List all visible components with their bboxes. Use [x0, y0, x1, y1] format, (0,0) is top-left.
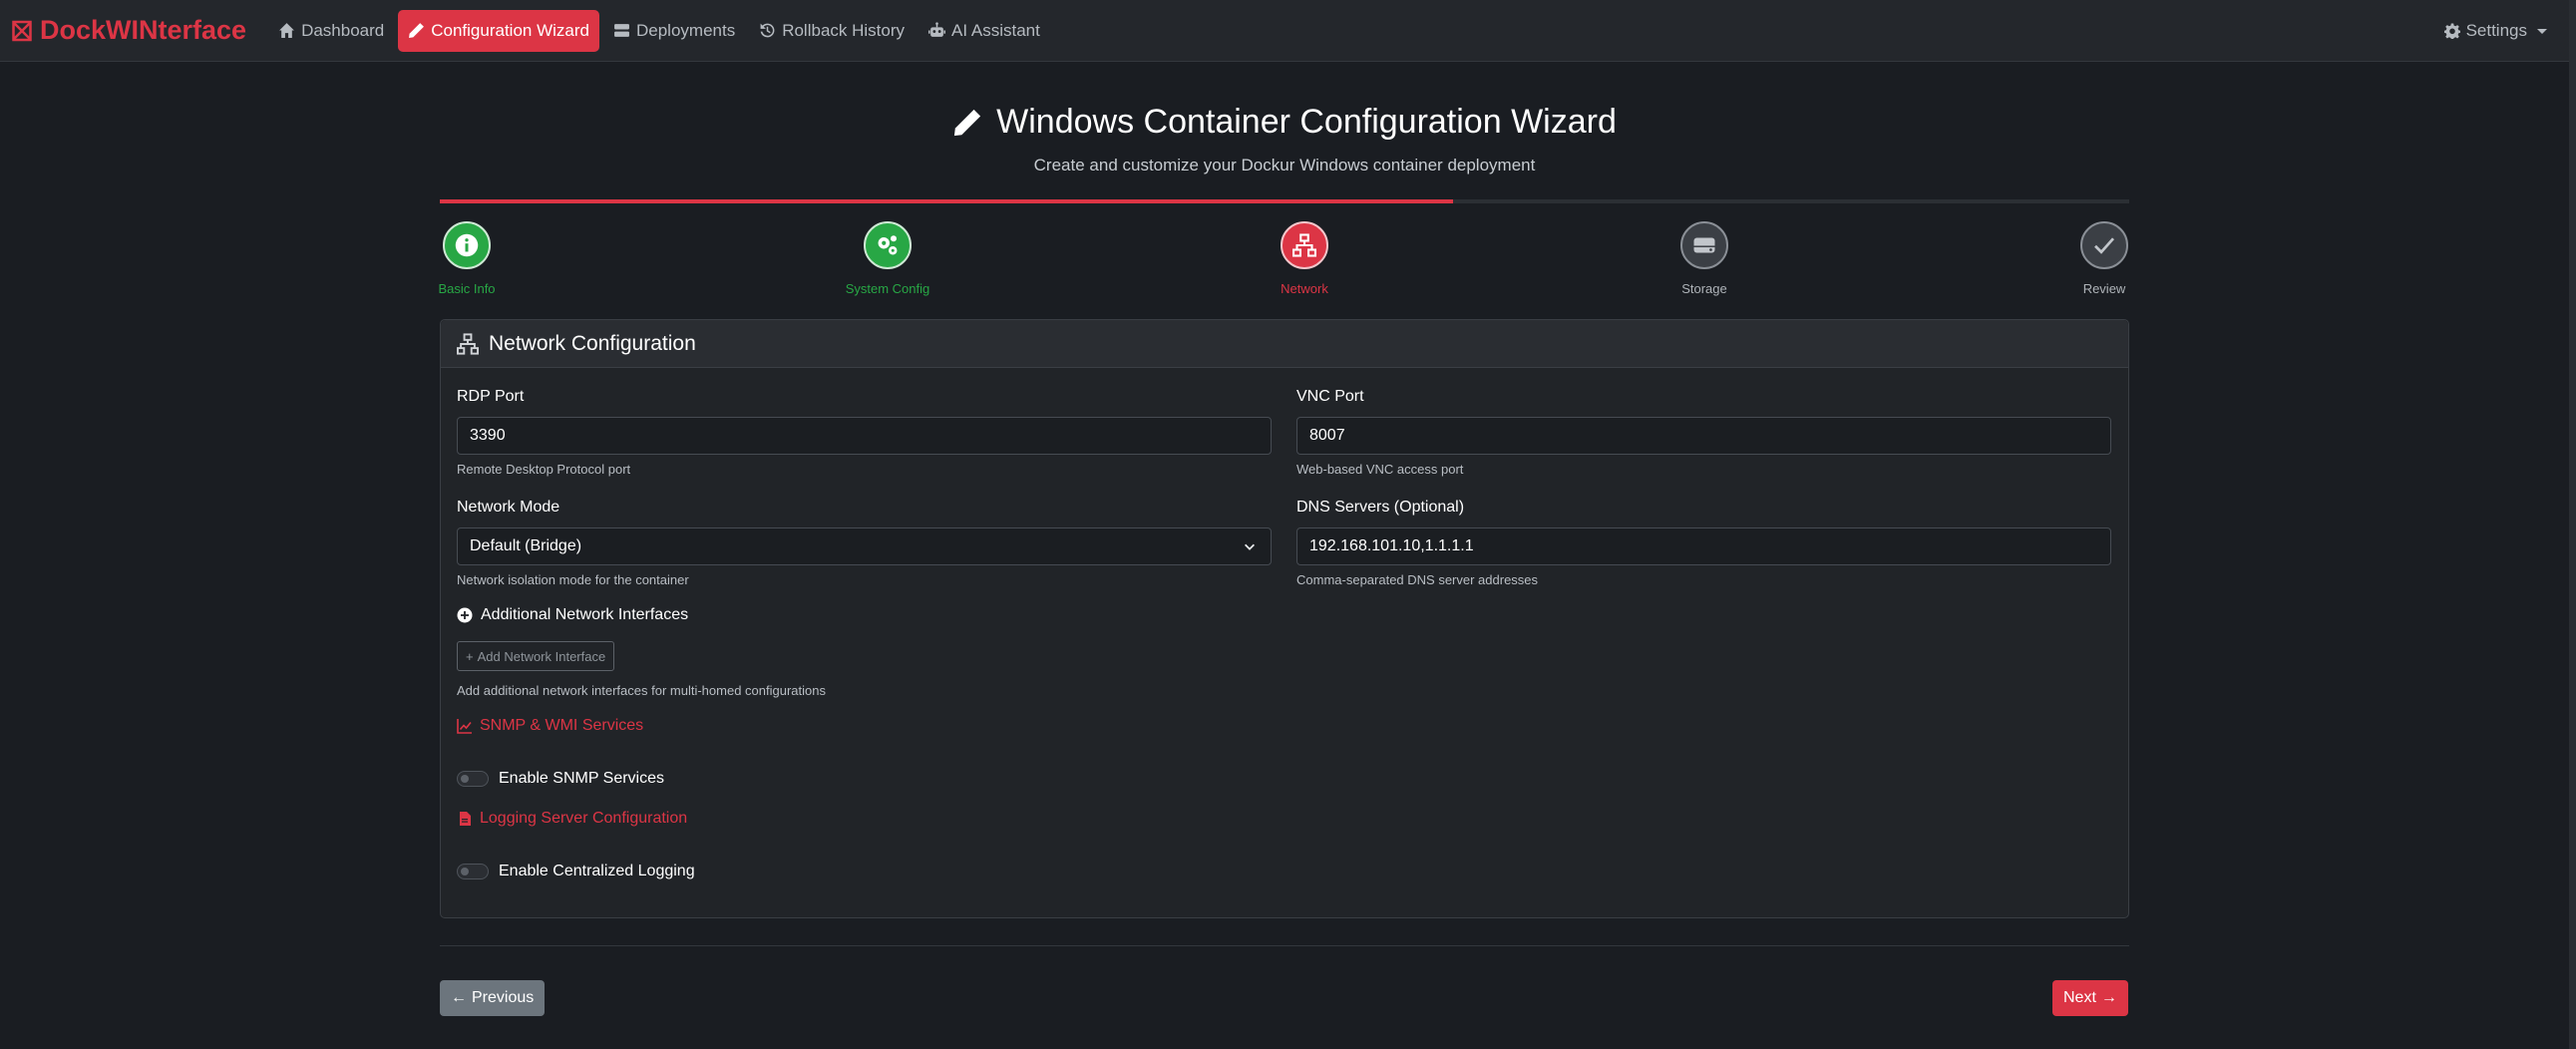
network-mode-help: Network isolation mode for the container [457, 572, 689, 587]
step-label: Network [1281, 281, 1328, 296]
page-title: Windows Container Configuration Wizard [0, 103, 2569, 142]
rdp-port-label: RDP Port [457, 388, 525, 405]
rdp-port-help: Remote Desktop Protocol port [457, 462, 631, 477]
settings-label: Settings [2465, 21, 2527, 40]
wizard-progress-bar [440, 199, 2129, 203]
previous-label: Previous [472, 989, 535, 1006]
additional-interfaces-label: Additional Network Interfaces [481, 606, 689, 623]
vnc-port-label: VNC Port [1296, 388, 1364, 405]
scrollbar[interactable] [2569, 0, 2576, 1049]
step-circle [864, 221, 912, 269]
additional-interfaces-title: Additional Network Interfaces [457, 606, 688, 624]
nav-dashboard-label: Dashboard [301, 20, 385, 40]
card-title: Network Configuration [489, 331, 696, 355]
step-circle [443, 221, 491, 269]
network-mode-label: Network Mode [457, 499, 560, 516]
dns-servers-label: DNS Servers (Optional) [1296, 499, 1465, 516]
additional-interfaces-help: Add additional network interfaces for mu… [457, 683, 826, 698]
step-circle [2080, 221, 2128, 269]
step-circle [1680, 221, 1728, 269]
chevron-down-icon [1245, 543, 1255, 550]
rdp-port-value: 3390 [470, 427, 506, 444]
snmp-toggle-row[interactable]: Enable SNMP Services [457, 770, 664, 788]
step-label: Review [2082, 281, 2126, 296]
logging-toggle[interactable] [457, 864, 489, 879]
arrow-left-icon: ← [451, 989, 467, 1006]
logging-toggle-row[interactable]: Enable Centralized Logging [457, 863, 695, 880]
nav-deployments[interactable]: Deployments [603, 10, 745, 52]
settings-dropdown[interactable]: Settings [2443, 0, 2547, 62]
network-icon [1292, 233, 1316, 257]
network-icon [457, 332, 479, 355]
footer-divider [440, 945, 2129, 946]
network-mode-value: Default (Bridge) [470, 537, 582, 554]
pencil-icon [409, 23, 425, 38]
step-basic-info[interactable]: Basic Info [397, 221, 537, 296]
arrow-right-icon: → [2100, 989, 2117, 1006]
step-label: Storage [1681, 281, 1727, 296]
rdp-port-input[interactable]: 3390 [457, 417, 1272, 455]
hdd-icon [1693, 237, 1715, 253]
vnc-port-value: 8007 [1309, 427, 1345, 444]
file-icon [460, 812, 471, 826]
step-network[interactable]: Network [1235, 221, 1374, 296]
nav-dashboard[interactable]: Dashboard [268, 10, 394, 52]
card-header: Network Configuration [441, 320, 2128, 368]
logging-section-title: Logging Server Configuration [457, 810, 687, 828]
step-system-config[interactable]: System Config [818, 221, 957, 296]
dns-servers-value: 192.168.101.10,1.1.1.1 [1309, 537, 1474, 554]
step-storage[interactable]: Storage [1635, 221, 1774, 296]
info-icon [455, 233, 479, 257]
robot-icon [928, 22, 946, 37]
previous-button[interactable]: ← Previous [440, 980, 546, 1016]
chart-line-icon [457, 719, 472, 734]
next-label: Next [2063, 989, 2096, 1006]
brand-name: DockWINterface [40, 15, 247, 45]
logging-section-label: Logging Server Configuration [480, 810, 688, 827]
dns-servers-input[interactable]: 192.168.101.10,1.1.1.1 [1296, 527, 2111, 565]
plus-circle-icon [457, 607, 473, 623]
step-label: Basic Info [438, 281, 496, 296]
nav-links: Dashboard Configuration Wizard Deploymen… [268, 9, 1050, 52]
history-icon [760, 23, 775, 38]
nav-configuration-wizard-label: Configuration Wizard [431, 20, 589, 40]
wizard-progress-fill [440, 199, 1454, 203]
brand[interactable]: DockWINterface [12, 15, 246, 46]
step-circle [1281, 221, 1328, 269]
plus-icon: + [466, 648, 474, 664]
snmp-section-label: SNMP & WMI Services [480, 717, 644, 734]
nav-ai-assistant-label: AI Assistant [951, 20, 1040, 40]
nav-deployments-label: Deployments [635, 20, 736, 40]
nav-configuration-wizard[interactable]: Configuration Wizard [398, 9, 599, 52]
network-configuration-card: Network Configuration RDP Port 3390 Remo… [440, 319, 2129, 918]
check-icon [2094, 237, 2115, 254]
windows-box-icon [12, 20, 32, 41]
gear-icon [2443, 23, 2460, 39]
add-network-interface-button[interactable]: + Add Network Interface [457, 641, 615, 671]
home-icon [279, 23, 294, 38]
step-review[interactable]: Review [2034, 221, 2174, 296]
snmp-toggle-label: Enable SNMP Services [499, 770, 664, 787]
nav-ai-assistant[interactable]: AI Assistant [919, 10, 1050, 52]
snmp-section-title: SNMP & WMI Services [457, 717, 643, 735]
caret-down-icon [2537, 28, 2547, 34]
logging-toggle-label: Enable Centralized Logging [499, 863, 695, 879]
step-label: System Config [845, 281, 930, 296]
vnc-port-input[interactable]: 8007 [1296, 417, 2111, 455]
network-mode-select[interactable]: Default (Bridge) [457, 527, 1272, 565]
nav-rollback-history-label: Rollback History [782, 20, 906, 40]
page-title-text: Windows Container Configuration Wizard [996, 103, 1617, 141]
dns-servers-help: Comma-separated DNS server addresses [1296, 572, 1539, 587]
pencil-icon [954, 109, 981, 136]
gears-icon [878, 235, 898, 255]
server-icon [614, 24, 629, 37]
vnc-port-help: Web-based VNC access port [1296, 462, 1464, 477]
page-subtitle: Create and customize your Dockur Windows… [1033, 156, 1536, 175]
top-navbar: DockWINterface Dashboard Configuration W… [0, 0, 2569, 62]
next-button[interactable]: Next → [2052, 980, 2128, 1016]
nav-rollback-history[interactable]: Rollback History [749, 10, 915, 52]
snmp-toggle[interactable] [457, 771, 489, 787]
add-network-interface-label: Add Network Interface [477, 648, 606, 664]
